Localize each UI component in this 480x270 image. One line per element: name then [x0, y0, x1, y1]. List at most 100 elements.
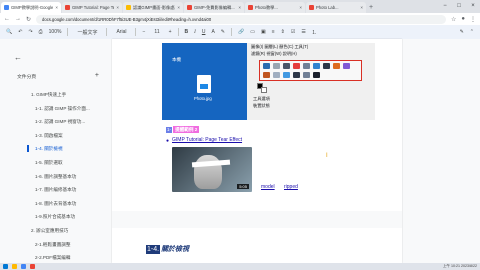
line-spacing-icon[interactable]: ⇕: [281, 29, 285, 35]
tutorial-link[interactable]: GIMP Tutorial: Page Tear Effect: [172, 137, 242, 143]
text-color-button[interactable]: A: [211, 29, 214, 35]
profile-avatar[interactable]: ●: [461, 16, 465, 22]
numbered-list-icon[interactable]: ⒈: [312, 29, 317, 36]
outline-selection-indicator: [27, 145, 29, 152]
font-select[interactable]: Arial: [113, 28, 129, 36]
path-tool-icon: [293, 72, 300, 78]
youtube-favicon-icon: [65, 5, 70, 10]
checklist-icon[interactable]: ☑: [291, 29, 295, 35]
star-icon[interactable]: ☆: [451, 16, 456, 23]
close-tab-icon[interactable]: ×: [55, 5, 58, 10]
add-tab-icon[interactable]: +: [95, 72, 99, 80]
youtube-favicon-icon: [248, 5, 253, 10]
desktop-label: 本機: [172, 57, 181, 62]
editing-mode-icon[interactable]: ✎: [460, 29, 464, 35]
tab-label: GIMP-免費影像編輯...: [194, 4, 235, 10]
font-size-increase-icon[interactable]: +: [169, 29, 172, 35]
close-tab-icon[interactable]: ×: [299, 5, 302, 10]
eraser-tool-icon: [273, 72, 280, 78]
heading-number: 1-: [166, 126, 173, 133]
outline-item-selected[interactable]: 1-4. 關於檢視: [35, 146, 63, 152]
underline-button[interactable]: U: [202, 29, 206, 35]
docs-toolbar: 🔍 ↶ ↷ ⎙ 100% 一般文字 Arial − 11 + B I U A ✎…: [0, 25, 480, 39]
outline-item[interactable]: 1-3. 開啟檔案: [35, 133, 63, 139]
close-tab-icon[interactable]: ×: [116, 5, 119, 10]
new-tab-button[interactable]: +: [369, 2, 373, 13]
link-icon[interactable]: 🔗: [238, 29, 244, 35]
outline-item[interactable]: 1-9.照片合成基本功: [35, 214, 75, 220]
collapse-toolbar-icon[interactable]: ⌃: [470, 29, 474, 35]
outline-header: 文件分頁 +: [17, 72, 99, 80]
bucket-tool-icon: [333, 63, 340, 69]
start-icon[interactable]: [3, 264, 8, 269]
move-tool-icon: [263, 63, 270, 69]
undo-icon[interactable]: ↶: [18, 29, 22, 35]
highlight-pen-icon[interactable]: ✎: [221, 29, 225, 35]
video-thumbnail[interactable]: 5:05: [172, 147, 252, 192]
outline-item[interactable]: 1-7. 圖片編修基本功: [35, 187, 76, 193]
close-tab-icon[interactable]: ×: [177, 5, 180, 10]
redo-icon[interactable]: ↷: [28, 29, 32, 35]
outline-item[interactable]: 1-2. 認識 GIMP 視窗功...: [35, 119, 85, 125]
browser-tab-6[interactable]: Photo Lab... ×: [306, 2, 366, 13]
close-tab-icon[interactable]: ×: [360, 5, 363, 10]
minimize-button[interactable]: −: [438, 0, 452, 12]
search-menus-icon[interactable]: 🔍: [6, 29, 12, 35]
bullet-list-icon[interactable]: ☰: [301, 29, 305, 35]
print-icon[interactable]: ⎙: [39, 29, 43, 35]
outline-item[interactable]: 1-8. 圖片去背基本功: [35, 201, 76, 207]
outline-item[interactable]: 1-5. 關於選取: [35, 160, 63, 166]
outline-item[interactable]: 2. 辦公室應用技巧: [31, 228, 68, 234]
browser-tab-2[interactable]: GIMP Tutorial: Page Tear ×: [62, 2, 122, 13]
system-clock[interactable]: 上午 10:21 2023/8/22: [443, 264, 477, 269]
lasso-tool-icon: [283, 63, 290, 69]
close-window-button[interactable]: ×: [466, 0, 480, 12]
ripped-link[interactable]: ripped: [284, 184, 298, 190]
forward-arrow-icon[interactable]: →: [15, 16, 21, 22]
section-heading[interactable]: 1-4. 關於檢視: [146, 244, 189, 254]
app-icon[interactable]: [30, 264, 35, 269]
browser-tab-1[interactable]: GIMP教學說明-Google文件 ×: [1, 2, 61, 13]
gimp-window: 圖像(I) 圖層(L) 顏色(C) 工具(T) 濾鏡(R) 視窗(W) 說明(H…: [247, 43, 375, 120]
zoom-tool-icon: [313, 72, 320, 78]
browser-tab-5[interactable]: Photo教學... ×: [245, 2, 305, 13]
font-size-decrease-icon[interactable]: −: [142, 29, 145, 35]
outline-item[interactable]: 1. GIMP快速上手: [31, 92, 66, 98]
font-size-input[interactable]: 11: [151, 28, 162, 36]
desktop-area: 本機 Photo.jpg: [162, 43, 247, 120]
bold-button[interactable]: B: [185, 29, 189, 35]
model-link[interactable]: model: [261, 184, 275, 190]
kebab-menu-icon[interactable]: ⋮: [470, 16, 476, 23]
clone-tool-icon: [283, 72, 290, 78]
outline-item[interactable]: 1-1. 認識 GIMP 操作介面...: [35, 106, 90, 112]
heading-example[interactable]: 1- 提醒範例 2: [166, 126, 200, 133]
folder-icon[interactable]: [12, 264, 17, 269]
site-favicon-icon: [126, 5, 131, 10]
image-icon[interactable]: ▣: [261, 29, 266, 35]
panel-label: 工具選項: [253, 96, 270, 101]
file-name-label: Photo.jpg: [194, 96, 212, 101]
style-select[interactable]: 一般文字: [74, 28, 100, 37]
outline-item[interactable]: 1-6. 圖片調整基本功: [35, 174, 76, 180]
maximize-button[interactable]: □: [452, 0, 466, 12]
tab-label: Photo教學...: [255, 4, 278, 10]
select-tool-icon: [273, 63, 280, 69]
chrome-icon[interactable]: [21, 264, 26, 269]
tab-label: GIMP教學說明-Google文件: [11, 4, 54, 10]
heading-text: 提醒範例 2: [173, 126, 200, 133]
outline-item[interactable]: 2-2.PDF檔案編輯: [35, 255, 70, 261]
embedded-gimp-screenshot[interactable]: 本機 Photo.jpg 圖像(I) 圖層(L) 顏色(C) 工具(T) 濾鏡(…: [162, 43, 375, 120]
image-file-icon: [197, 75, 211, 93]
outline-item[interactable]: 2-1.輕鬆畫圖調整: [35, 242, 70, 248]
browser-tab-4[interactable]: GIMP-免費影像編輯... ×: [184, 2, 244, 13]
zoom-select[interactable]: 100%: [49, 29, 62, 35]
align-icon[interactable]: ≡: [272, 29, 275, 35]
back-arrow-icon[interactable]: ←: [14, 53, 22, 62]
url-input[interactable]: docs.google.com/document/d/1RR0DhF7f5i3U…: [36, 14, 446, 24]
reload-icon[interactable]: ↻: [26, 16, 31, 23]
browser-tab-3[interactable]: 認識GIMP畫面-影像處理... ×: [123, 2, 183, 13]
comment-icon[interactable]: ▭: [250, 29, 255, 35]
close-tab-icon[interactable]: ×: [238, 5, 241, 10]
back-arrow-icon[interactable]: ←: [4, 16, 10, 22]
italic-button[interactable]: I: [194, 30, 196, 35]
